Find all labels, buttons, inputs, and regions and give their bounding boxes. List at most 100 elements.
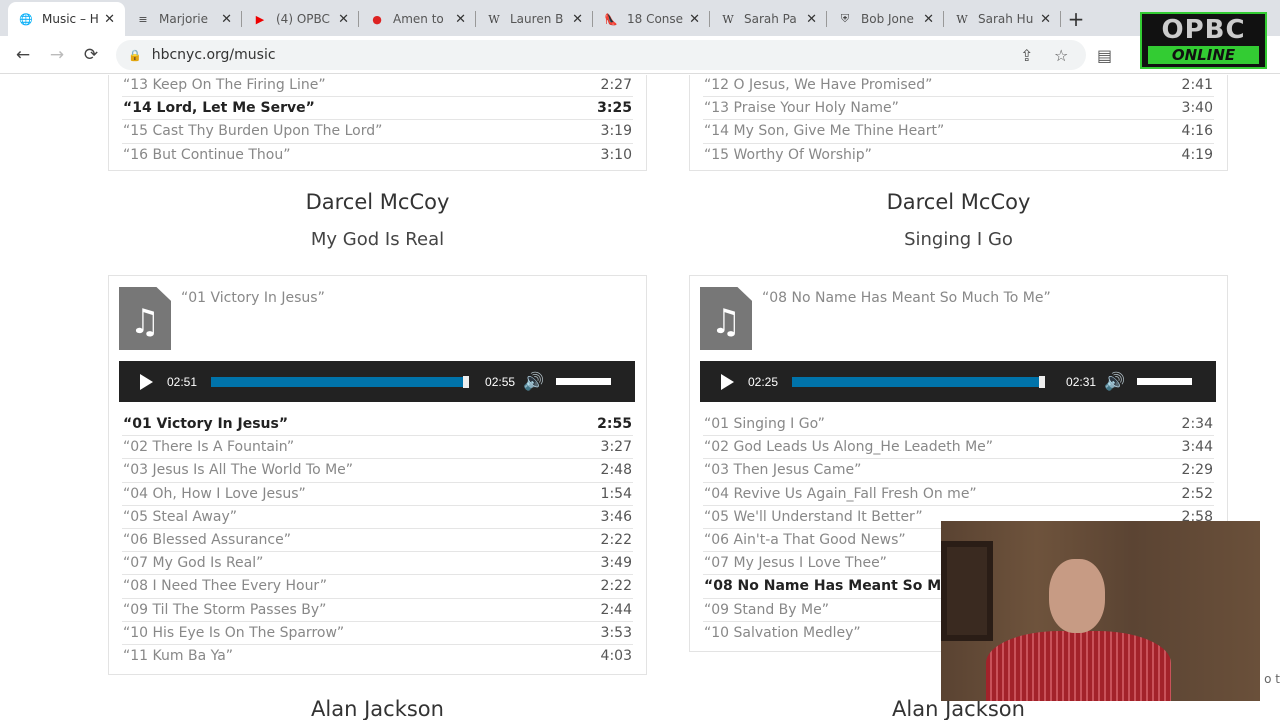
track-duration: 2:41 [1181, 77, 1213, 93]
browser-tab[interactable]: ⛨ Bob Jone ✕ [827, 2, 944, 36]
track-row[interactable]: “05 Steal Away” 3:46 [122, 506, 633, 529]
album-title: Singing I Go [904, 229, 1013, 250]
track-duration: 3:25 [597, 100, 632, 117]
close-tab-icon[interactable]: ✕ [104, 12, 115, 27]
presenter-shirt [986, 631, 1171, 701]
track-duration: 2:48 [600, 462, 632, 479]
track-row[interactable]: “02 There Is A Fountain” 3:27 [122, 436, 633, 460]
track-title: “05 We'll Understand It Better” [704, 508, 923, 525]
volume-slider[interactable] [556, 378, 612, 385]
edge-text: o t [1264, 672, 1280, 686]
browser-tab[interactable]: W Sarah Pa ✕ [710, 2, 827, 36]
close-tab-icon[interactable]: ✕ [572, 12, 583, 27]
bookmark-star-icon[interactable]: ☆ [1054, 46, 1068, 65]
artist-name: Darcel McCoy [305, 190, 450, 214]
youtube-icon: ▶ [255, 12, 265, 26]
track-row[interactable]: “07 My God Is Real” 3:49 [122, 552, 633, 576]
track-title: “14 My Son, Give Me Thine Heart” [704, 123, 945, 140]
album-card-top-right: “12 O Jesus, We Have Promised” 2:41 “13 Pr… [689, 75, 1228, 171]
now-playing-title: “01 Victory In Jesus” [181, 290, 325, 306]
track-duration: 3:10 [600, 146, 632, 163]
presenter-head [1049, 559, 1105, 633]
new-tab-button[interactable]: + [1061, 2, 1091, 36]
track-title: “07 My Jesus I Love Thee” [704, 555, 887, 572]
track-title: “08 I Need Thee Every Hour” [123, 578, 328, 595]
volume-icon[interactable]: 🔊 [523, 372, 544, 392]
url-text: hbcnyc.org/music [151, 47, 276, 63]
track-duration: 3:19 [600, 123, 632, 140]
browser-tab[interactable]: W Sarah Hu ✕ [944, 2, 1061, 36]
wikipedia-icon: W [956, 12, 968, 26]
track-duration: 1:54 [600, 485, 632, 502]
red-circle-icon: ● [372, 12, 382, 26]
track-title: “09 Til The Storm Passes By” [123, 601, 327, 618]
track-row[interactable]: “16 But Continue Thou” 3:10 [122, 144, 633, 167]
track-row[interactable]: “13 Praise Your Holy Name” 3:40 [703, 97, 1214, 121]
forward-button[interactable]: → [40, 45, 74, 65]
track-duration: 2:22 [600, 578, 632, 595]
play-icon[interactable] [721, 373, 734, 390]
track-row[interactable]: “01 Victory In Jesus” 2:55 [122, 413, 633, 437]
track-row[interactable]: “15 Worthy Of Worship” 4:19 [703, 144, 1214, 167]
volume-icon[interactable]: 🔊 [1104, 372, 1125, 392]
track-row[interactable]: “09 Til The Storm Passes By” 2:44 [122, 599, 633, 622]
track-title: “01 Victory In Jesus” [123, 416, 289, 432]
track-row[interactable]: “15 Cast Thy Burden Upon The Lord” 3:19 [122, 120, 633, 144]
play-icon[interactable] [140, 373, 153, 390]
track-row[interactable]: “01 Singing I Go” 2:34 [703, 413, 1214, 437]
track-row[interactable]: “04 Revive Us Again_Fall Fresh On me” 2:5… [703, 483, 1214, 506]
track-row[interactable]: “08 I Need Thee Every Hour” 2:22 [122, 575, 633, 599]
track-title: “02 God Leads Us Along_He Leadeth Me” [704, 439, 994, 456]
progress-bar[interactable] [211, 375, 470, 388]
browser-tab[interactable]: W Lauren B ✕ [476, 2, 593, 36]
close-tab-icon[interactable]: ✕ [806, 12, 817, 27]
track-duration: 3:46 [600, 508, 632, 525]
shield-icon: ⛨ [840, 12, 850, 25]
track-title: “11 Kum Ba Ya” [123, 647, 234, 664]
track-row[interactable]: “03 Jesus Is All The World To Me” 2:48 [122, 459, 633, 483]
track-row[interactable]: “13 Keep On The Firing Line” 2:27 [122, 75, 633, 98]
track-row[interactable]: “02 God Leads Us Along_He Leadeth Me” 3:4… [703, 436, 1214, 460]
track-row[interactable]: “10 His Eye Is On The Sparrow” 3:53 [122, 622, 633, 645]
artist-name: Alan Jackson [311, 697, 444, 720]
track-duration: 2:44 [600, 601, 632, 618]
audio-player: 02:51 02:55 🔊 [119, 361, 635, 402]
browser-tab[interactable]: ≡ Marjorie ✕ [125, 2, 242, 36]
reader-mode-icon[interactable]: ▤ [1097, 46, 1112, 65]
picture-frame [941, 541, 993, 641]
back-button[interactable]: ← [6, 45, 40, 65]
track-duration: 2:34 [1181, 416, 1213, 432]
track-row[interactable]: “14 Lord, Let Me Serve” 3:25 [122, 97, 633, 121]
track-duration: 4:16 [1181, 123, 1213, 140]
track-row[interactable]: “11 Kum Ba Ya” 4:03 [122, 645, 633, 668]
track-duration: 2:27 [600, 77, 632, 93]
now-playing-title: “08 No Name Has Meant So Much To Me” [762, 290, 1051, 306]
address-bar[interactable]: 🔒 hbcnyc.org/music [116, 40, 1086, 70]
track-duration: 2:52 [1181, 485, 1213, 502]
close-tab-icon[interactable]: ✕ [455, 12, 466, 27]
track-row[interactable]: “04 Oh, How I Love Jesus” 1:54 [122, 483, 633, 506]
reload-button[interactable]: ⟳ [74, 45, 108, 65]
close-tab-icon[interactable]: ✕ [338, 12, 349, 27]
volume-slider[interactable] [1137, 378, 1193, 385]
track-row[interactable]: “12 O Jesus, We Have Promised” 2:41 [703, 75, 1214, 98]
share-icon[interactable]: ⇪ [1020, 46, 1033, 65]
close-tab-icon[interactable]: ✕ [1040, 12, 1051, 27]
progress-bar[interactable] [792, 375, 1046, 388]
close-tab-icon[interactable]: ✕ [221, 12, 232, 27]
browser-tab[interactable]: 👠 18 Conse ✕ [593, 2, 710, 36]
track-row[interactable]: “03 Then Jesus Came” 2:29 [703, 459, 1214, 483]
close-tab-icon[interactable]: ✕ [923, 12, 934, 27]
track-row[interactable]: “06 Blessed Assurance” 2:22 [122, 529, 633, 553]
browser-tab[interactable]: ● Amen to ✕ [359, 2, 476, 36]
browser-tab[interactable]: ▶ (4) OPBC ✕ [242, 2, 359, 36]
browser-tab[interactable]: 🌐 Music – H ✕ [8, 2, 125, 36]
high-heel-icon: 👠 [604, 12, 618, 26]
close-tab-icon[interactable]: ✕ [689, 12, 700, 27]
track-title: “15 Worthy Of Worship” [704, 146, 872, 163]
track-duration: 4:03 [600, 647, 632, 664]
track-row[interactable]: “14 My Son, Give Me Thine Heart” 4:16 [703, 120, 1214, 144]
wikipedia-icon: W [488, 12, 500, 26]
track-title: “07 My God Is Real” [123, 555, 264, 572]
total-time: 02:31 [1066, 374, 1097, 389]
